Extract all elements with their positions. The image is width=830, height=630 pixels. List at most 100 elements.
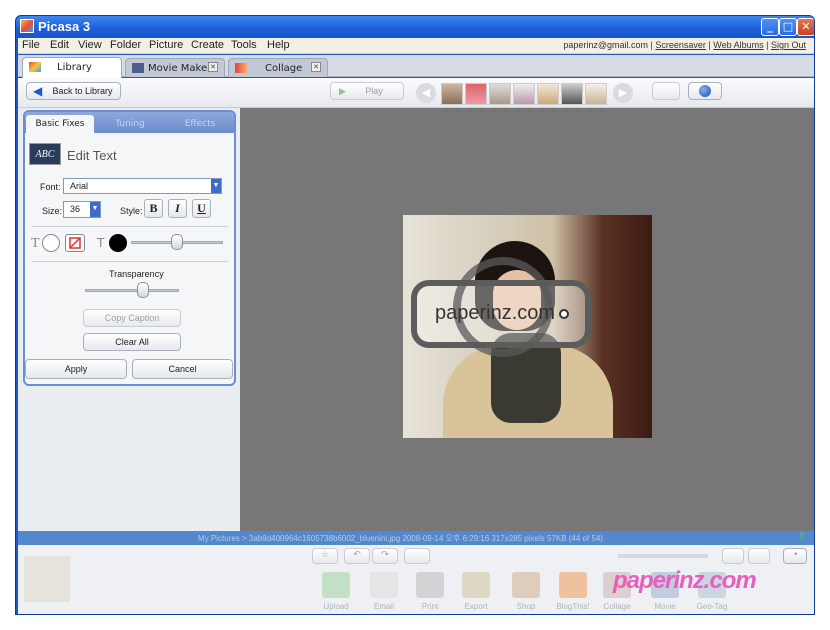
italic-button[interactable]: I (168, 199, 187, 218)
title-bar[interactable]: Picasa 3 _ □ ✕ (16, 16, 814, 38)
view-button[interactable] (722, 548, 744, 564)
menu-tools[interactable]: Tools (231, 39, 257, 51)
shop-label: Shop (516, 602, 536, 611)
play-button[interactable]: ▶ Play (330, 82, 404, 100)
thumbnail[interactable] (465, 83, 487, 105)
globe-icon (699, 85, 711, 97)
no-outline-button[interactable] (65, 234, 85, 252)
picasa-window: Picasa 3 _ □ ✕ File Edit View Folder Pic… (15, 15, 815, 615)
outline-width-icon: T (97, 236, 105, 250)
maximize-button[interactable]: □ (779, 18, 797, 36)
view-button[interactable] (748, 548, 770, 564)
transparency-slider-thumb[interactable] (137, 282, 150, 298)
tab-collage[interactable]: Collage ✕ (228, 58, 328, 77)
transparency-slider[interactable] (85, 289, 179, 292)
underline-button[interactable]: U (192, 199, 211, 218)
menu-file[interactable]: File (22, 39, 40, 51)
upload-icon[interactable] (322, 572, 350, 598)
screensaver-link[interactable]: Screensaver (655, 40, 706, 50)
export-label: Export (464, 602, 488, 611)
print-label: Print (421, 602, 439, 611)
toolbar: ◀ Back to Library ▶ Play ◀ ▶ (18, 78, 814, 108)
divider (31, 261, 228, 262)
tab-tuning[interactable]: Tuning (96, 115, 164, 133)
tab-bar: Library Movie Maker ✕ Collage ✕ (18, 55, 814, 78)
shop-icon[interactable] (512, 572, 540, 598)
status-text: My Pictures > 3ab9d400964c1605738b6002_b… (198, 534, 604, 543)
print-icon[interactable] (416, 572, 444, 598)
no-outline-icon (69, 237, 81, 249)
move-handle[interactable] (559, 309, 569, 319)
menu-picture[interactable]: Picture (149, 39, 183, 51)
tab-close-icon[interactable]: ✕ (208, 62, 218, 72)
tab-close-icon[interactable]: ✕ (311, 62, 321, 72)
cancel-button[interactable]: Cancel (132, 359, 233, 379)
photo-viewer: paperinz.com (240, 108, 814, 531)
collage-icon (235, 63, 247, 73)
thumbnail[interactable] (489, 83, 511, 105)
clear-all-button[interactable]: Clear All (83, 333, 181, 351)
tab-movie-maker[interactable]: Movie Maker ✕ (125, 58, 225, 77)
blogthis-icon[interactable] (559, 572, 587, 598)
edit-text-box: Basic Fixes Tuning Effects ABC Edit Text… (23, 110, 236, 386)
selected-thumbnail[interactable] (24, 556, 70, 602)
minimize-button[interactable]: _ (761, 18, 779, 36)
thumbnail[interactable] (513, 83, 535, 105)
sign-out-link[interactable]: Sign Out (771, 40, 806, 50)
tab-library[interactable]: Library (22, 57, 122, 78)
geotag-toolbar-button[interactable] (652, 82, 680, 100)
bold-button[interactable]: B (144, 199, 163, 218)
email-icon[interactable] (370, 572, 398, 598)
style-label: Style: (120, 206, 143, 216)
menu-folder[interactable]: Folder (110, 39, 141, 51)
transparency-label: Transparency (109, 269, 164, 279)
status-bar: My Pictures > 3ab9d400964c1605738b6002_b… (18, 531, 814, 545)
collage-label: Collage (603, 602, 631, 611)
close-button[interactable]: ✕ (797, 18, 814, 36)
menu-edit[interactable]: Edit (50, 39, 69, 51)
outline-color-swatch[interactable] (109, 234, 127, 252)
size-select[interactable]: 36 ▼ (63, 201, 101, 218)
menu-create[interactable]: Create (191, 39, 224, 51)
photo[interactable]: paperinz.com (403, 215, 652, 438)
thumbnail[interactable] (441, 83, 463, 105)
blogthis-label: BlogThis! (556, 602, 590, 611)
zoom-slider[interactable] (618, 554, 708, 558)
size-label: Size: (42, 206, 63, 216)
caption-button[interactable] (404, 548, 430, 564)
overlay-text[interactable]: paperinz.com (435, 302, 555, 325)
previous-icon[interactable]: ◀ (416, 83, 436, 103)
text-color-icon: T (31, 236, 40, 251)
geotag-label: Geo-Tag (696, 602, 728, 611)
tab-effects[interactable]: Effects (166, 115, 234, 133)
text-color-swatch[interactable] (42, 234, 60, 252)
rotate-left-button[interactable]: ↶ (344, 548, 370, 564)
tab-basic-fixes[interactable]: Basic Fixes (26, 115, 94, 133)
export-icon[interactable] (462, 572, 490, 598)
apply-button[interactable]: Apply (25, 359, 127, 379)
back-to-library-button[interactable]: ◀ Back to Library (26, 82, 121, 100)
copy-caption-button[interactable]: Copy Caption (83, 309, 181, 327)
rotate-right-button[interactable]: ↷ (372, 548, 398, 564)
thumbnail[interactable] (585, 83, 607, 105)
library-icon (29, 62, 41, 72)
arrow-left-icon: ◀ (33, 84, 43, 98)
movie-label: Movie (654, 602, 676, 611)
thumbnail[interactable] (537, 83, 559, 105)
web-albums-link[interactable]: Web Albums (713, 40, 763, 50)
play-icon: ▶ (339, 86, 346, 96)
edit-panel: Basic Fixes Tuning Effects ABC Edit Text… (18, 108, 240, 531)
panel-tabs: Basic Fixes Tuning Effects (25, 112, 234, 133)
menu-help[interactable]: Help (267, 39, 290, 51)
star-button[interactable]: ☆ (312, 548, 338, 564)
upload-arrow-icon[interactable]: ⇧ (798, 531, 806, 542)
thumbnail[interactable] (561, 83, 583, 105)
globe-button[interactable] (688, 82, 722, 100)
picasa-logo-button[interactable]: ◔ (783, 548, 807, 564)
movie-icon (132, 63, 144, 73)
font-select[interactable]: Arial ▼ (63, 178, 222, 194)
watermark: paperinz.com (613, 567, 757, 594)
outline-slider-thumb[interactable] (171, 234, 183, 250)
menu-view[interactable]: View (78, 39, 102, 51)
next-icon[interactable]: ▶ (613, 83, 633, 103)
